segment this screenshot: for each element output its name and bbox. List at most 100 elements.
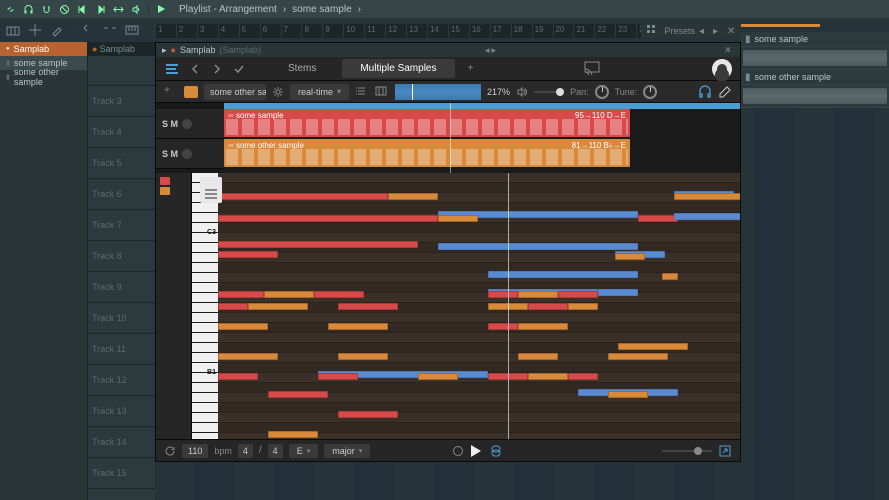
piano-icon[interactable] bbox=[125, 23, 139, 37]
brush-icon[interactable] bbox=[50, 23, 64, 37]
midi-note[interactable] bbox=[328, 323, 388, 330]
midi-note[interactable] bbox=[218, 353, 278, 360]
midi-note[interactable] bbox=[218, 323, 268, 330]
right-clip-waveform[interactable] bbox=[741, 85, 889, 107]
solo-mute-label[interactable]: S M bbox=[162, 149, 178, 159]
check-icon[interactable] bbox=[232, 62, 246, 76]
midi-note[interactable] bbox=[264, 291, 314, 298]
ruler-tick[interactable]: 12 bbox=[385, 24, 406, 38]
ruler-tick[interactable]: 16 bbox=[469, 24, 490, 38]
ruler-tick[interactable]: 7 bbox=[281, 24, 302, 38]
midi-note[interactable] bbox=[248, 303, 308, 310]
chevron-left-icon[interactable] bbox=[81, 23, 95, 37]
track-row[interactable]: Track 12 bbox=[88, 365, 155, 396]
win-next-icon[interactable]: ▸ bbox=[492, 45, 497, 56]
midi-note[interactable] bbox=[218, 291, 264, 298]
right-clip-waveform[interactable] bbox=[741, 47, 889, 69]
ruler-tick[interactable]: 21 bbox=[573, 24, 594, 38]
track-row[interactable]: Track 9 bbox=[88, 272, 155, 303]
volume-icon[interactable] bbox=[516, 86, 528, 98]
refresh-icon[interactable] bbox=[164, 445, 176, 457]
grid-icon[interactable] bbox=[6, 23, 20, 37]
waveform-preview[interactable] bbox=[395, 84, 481, 100]
edit-icon[interactable] bbox=[718, 85, 732, 99]
midi-note[interactable] bbox=[528, 303, 568, 310]
scale-dropdown[interactable]: major bbox=[324, 444, 370, 458]
ruler-tick[interactable]: 22 bbox=[594, 24, 615, 38]
track-row-plugin[interactable] bbox=[88, 56, 155, 86]
ruler-tick[interactable]: 9 bbox=[322, 24, 343, 38]
columns-icon[interactable] bbox=[375, 85, 389, 99]
ruler-tick[interactable]: 14 bbox=[427, 24, 448, 38]
midi-note[interactable] bbox=[598, 289, 638, 296]
midi-note[interactable] bbox=[218, 303, 248, 310]
right-clip-item[interactable]: ▮some sample bbox=[741, 32, 889, 46]
ruler-tick[interactable]: 1 bbox=[155, 24, 176, 38]
midi-note[interactable] bbox=[268, 391, 328, 398]
midi-note[interactable] bbox=[218, 251, 278, 258]
snap-off-icon[interactable] bbox=[58, 3, 70, 15]
midi-note[interactable] bbox=[674, 193, 740, 200]
pan-knob[interactable] bbox=[595, 85, 609, 99]
timesig-den[interactable]: 4 bbox=[268, 444, 283, 458]
track-row[interactable]: Track 3 bbox=[88, 86, 155, 117]
win-prev-icon[interactable]: ◂ bbox=[485, 45, 490, 56]
track-row[interactable]: Track 6 bbox=[88, 179, 155, 210]
midi-note[interactable] bbox=[338, 353, 388, 360]
ruler-tick[interactable]: 19 bbox=[532, 24, 553, 38]
track-row[interactable]: Track 13 bbox=[88, 396, 155, 427]
timesig-num[interactable]: 4 bbox=[238, 444, 253, 458]
midi-note[interactable] bbox=[674, 213, 740, 220]
midi-note[interactable] bbox=[528, 373, 568, 380]
audio-clip[interactable]: some sample 95→110 D→E bbox=[224, 109, 630, 137]
window-close-icon[interactable]: ✕ bbox=[724, 45, 734, 55]
skip-fwd-icon[interactable] bbox=[94, 3, 106, 15]
preset-next-icon[interactable]: ▸ bbox=[713, 26, 723, 36]
midi-note[interactable] bbox=[488, 271, 638, 278]
ruler-tick[interactable]: 23 bbox=[615, 24, 636, 38]
record-button[interactable] bbox=[453, 446, 463, 456]
menu-icon[interactable] bbox=[164, 61, 180, 77]
back-icon[interactable] bbox=[188, 62, 202, 76]
midi-note[interactable] bbox=[338, 303, 398, 310]
piano-keys[interactable]: C3 B1 bbox=[192, 173, 218, 439]
headphones-icon[interactable] bbox=[698, 85, 712, 99]
midi-note[interactable] bbox=[615, 253, 645, 260]
window-close-icon[interactable]: ✕ bbox=[727, 26, 737, 36]
grid-view-icon[interactable] bbox=[646, 24, 660, 38]
ruler-tick[interactable]: 11 bbox=[364, 24, 385, 38]
skip-back-icon[interactable] bbox=[76, 3, 88, 15]
note-grid[interactable] bbox=[218, 173, 740, 439]
midi-note[interactable] bbox=[218, 215, 438, 222]
track-list-header[interactable]: ●Samplab bbox=[88, 42, 155, 56]
midi-note[interactable] bbox=[488, 291, 518, 298]
popout-icon[interactable] bbox=[718, 444, 732, 458]
ruler-tick[interactable]: 3 bbox=[197, 24, 218, 38]
lane-knob[interactable] bbox=[182, 119, 192, 129]
color-chip[interactable] bbox=[184, 86, 198, 98]
mode-dropdown[interactable]: real-time bbox=[290, 84, 349, 100]
midi-note[interactable] bbox=[518, 323, 568, 330]
solo-mute-label[interactable]: S M bbox=[162, 119, 178, 129]
track-row[interactable]: Track 14 bbox=[88, 427, 155, 458]
expand-h-icon[interactable] bbox=[112, 3, 124, 15]
midi-note[interactable] bbox=[318, 373, 358, 380]
list-icon[interactable] bbox=[355, 85, 369, 99]
forward-icon[interactable] bbox=[210, 62, 224, 76]
ruler-tick[interactable]: 18 bbox=[511, 24, 532, 38]
zoom-percent[interactable]: 217% bbox=[487, 87, 510, 97]
midi-note[interactable] bbox=[418, 373, 458, 380]
playhead[interactable] bbox=[508, 173, 509, 439]
midi-note[interactable] bbox=[438, 215, 478, 222]
play-button[interactable] bbox=[471, 445, 481, 457]
midi-note[interactable] bbox=[568, 303, 598, 310]
track-row[interactable]: Track 5 bbox=[88, 148, 155, 179]
layer-chip-red[interactable] bbox=[160, 177, 170, 185]
midi-note[interactable] bbox=[608, 391, 648, 398]
volume-slider[interactable] bbox=[534, 91, 564, 93]
ruler-tick[interactable]: 20 bbox=[553, 24, 574, 38]
ruler-tick[interactable]: 15 bbox=[448, 24, 469, 38]
user-avatar-icon[interactable] bbox=[712, 59, 732, 79]
midi-note[interactable] bbox=[662, 273, 678, 280]
speaker-icon[interactable] bbox=[130, 3, 142, 15]
